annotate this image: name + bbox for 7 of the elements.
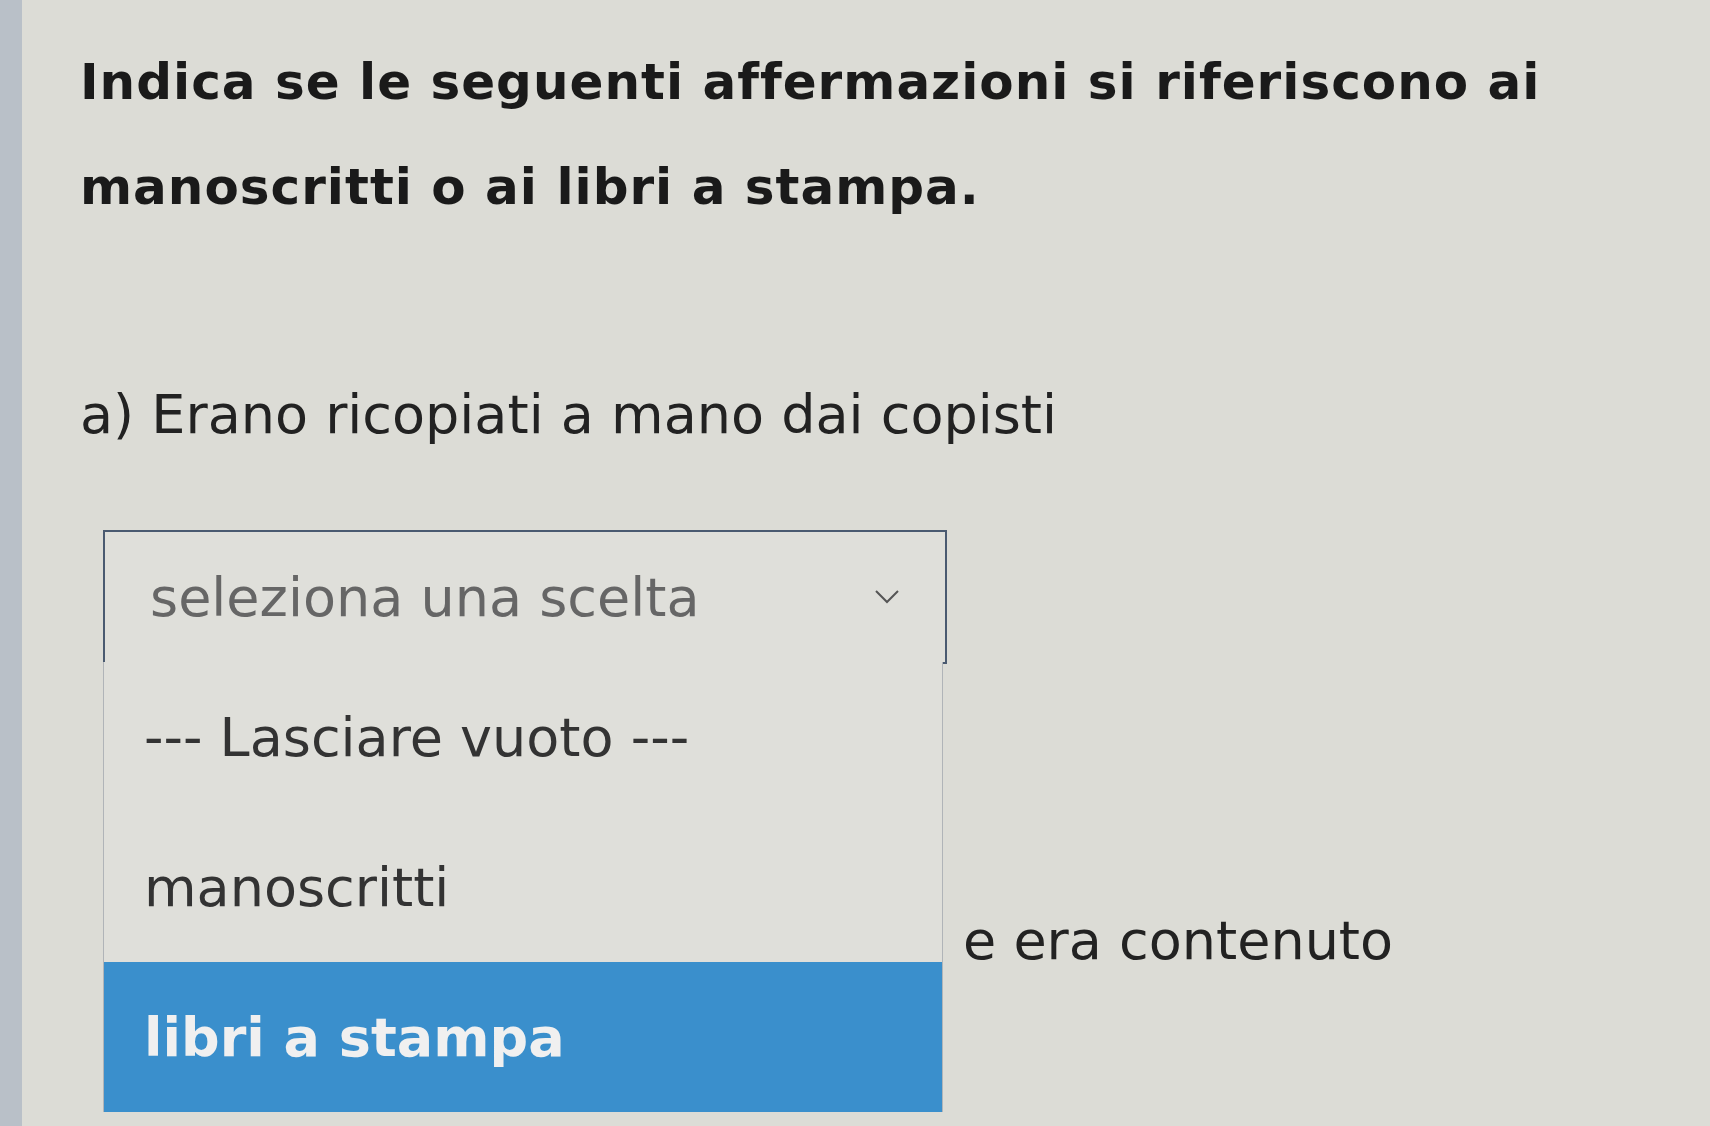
instruction-text: Indica se le seguenti affermazioni si riferiscono ai manoscritti o ai libri a stampa. (80, 52, 1542, 218)
question-text: a) Erano ricopiati a mano dai copisti (80, 382, 1059, 448)
dropdown-option[interactable]: manoscritti (104, 812, 942, 962)
dropdown-option[interactable]: --- Lasciare vuoto --- (104, 662, 942, 812)
chevron-down-icon (874, 589, 900, 605)
choice-dropdown[interactable]: seleziona una scelta (103, 530, 947, 664)
sentence-text: e era contenuto (963, 908, 1394, 974)
